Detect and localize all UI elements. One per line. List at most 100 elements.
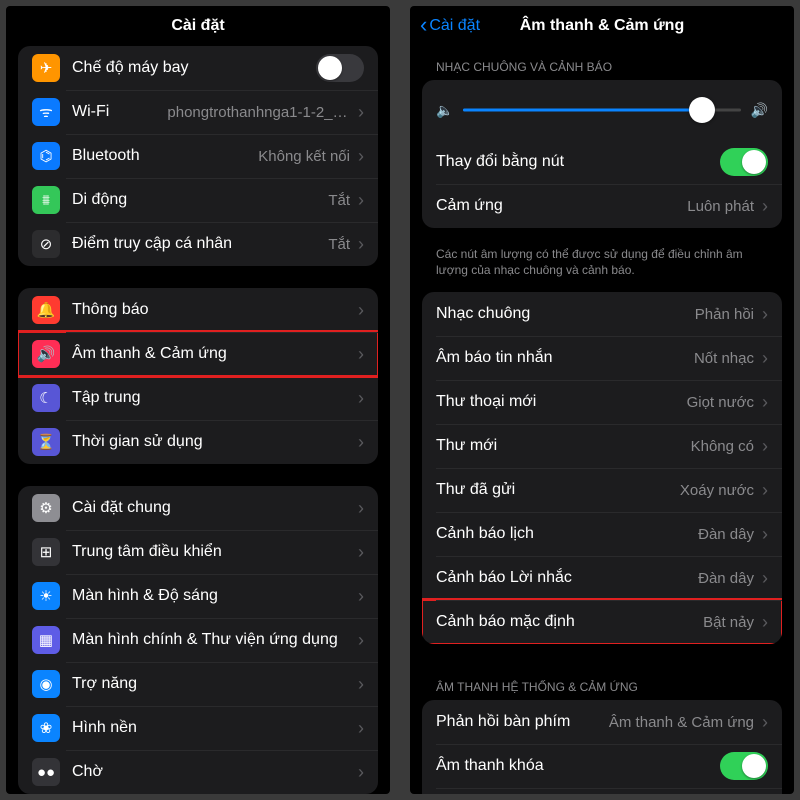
row-value: Nốt nhạc (694, 350, 754, 367)
settings-row[interactable]: ☾Tập trung› (18, 376, 378, 420)
row-value: Âm thanh & Cảm ứng (609, 714, 754, 731)
settings-row[interactable]: Thư mớiKhông có› (422, 424, 782, 468)
settings-row[interactable]: ⌬BluetoothKhông kết nối› (18, 134, 378, 178)
settings-row[interactable]: Cảnh báo mặc địnhBật nảy› (422, 600, 782, 644)
row-value: phongtrothanhnga1-1-2_5G (167, 104, 350, 121)
row-label: Wi-Fi (72, 103, 109, 121)
settings-row[interactable]: ☀Màn hình & Độ sáng› (18, 574, 378, 618)
row-label: Trung tâm điều khiển (72, 543, 222, 561)
row-label: Chờ (72, 763, 103, 781)
chevron-right-icon: › (358, 498, 364, 519)
settings-row[interactable]: Thay đổi bằng nút (422, 140, 782, 184)
chevron-right-icon: › (358, 542, 364, 563)
notifications-group: 🔔Thông báo› 🔊 Âm thanh & Cảm ứng › ☾ Tập trun… (18, 288, 378, 464)
settings-row[interactable]: ❀Hình nền› (18, 706, 378, 750)
chevron-right-icon: › (762, 712, 768, 733)
page-title: Âm thanh & Cảm ứng (520, 17, 684, 35)
glyph-icon: ⏳ (37, 435, 56, 450)
row-label: Thư thoại mới (436, 393, 536, 411)
volume-slider-row: 🔈 🔊 (422, 80, 782, 140)
settings-row[interactable]: ◉ Trợ năng › (18, 662, 378, 706)
glyph-icon: ☾ (39, 391, 52, 406)
speaker-low-icon: 🔈 (436, 102, 453, 119)
settings-row[interactable]: Phản hồi bàn phím Âm thanh & Cảm ứng › (422, 700, 782, 744)
chevron-right-icon: › (762, 480, 768, 501)
settings-row[interactable]: ᯤWi-Fiphongtrothanhnga1-1-2_5G› (18, 90, 378, 134)
chevron-right-icon: › (358, 674, 364, 695)
row-label: Màn hình & Độ sáng (72, 587, 218, 605)
page-title: Cài đặt (171, 17, 224, 35)
settings-row[interactable]: Cảnh báo Lời nhắcĐàn dây› (422, 556, 782, 600)
sounds-screen: ‹ Cài đặt Âm thanh & Cảm ứng NHẠC CHUÔNG… (410, 6, 794, 794)
settings-row[interactable]: Thư thoại mớiGiọt nước› (422, 380, 782, 424)
sounds-scroll[interactable]: NHẠC CHUÔNG VÀ CẢNH BÁO 🔈 🔊 Thay đổi bằn… (410, 46, 794, 794)
row-value: Đàn dây (698, 526, 754, 543)
row-value: Luôn phát (687, 198, 754, 215)
row-label: Tập trung (72, 389, 140, 407)
settings-row[interactable]: ⊞ Trung tâm điều khiển › (18, 530, 378, 574)
row-label: Thay đổi bằng nút (436, 153, 564, 171)
row-label: Trợ năng (72, 675, 137, 693)
section-header: NHẠC CHUÔNG VÀ CẢNH BÁO (422, 46, 782, 80)
settings-row[interactable]: Âm báo tin nhắnNốt nhạc› (422, 336, 782, 380)
chevron-right-icon: › (358, 630, 364, 651)
glyph-icon: ⊘ (40, 237, 53, 252)
settings-row[interactable]: Âm thanh khóa (422, 744, 782, 788)
settings-row[interactable]: ⚙Cài đặt chung› (18, 486, 378, 530)
row-label: Thư đã gửi (436, 481, 515, 499)
toggle-switch[interactable] (720, 148, 768, 176)
settings-row[interactable]: ⩩Di độngTắt› (18, 178, 378, 222)
settings-row[interactable]: Nhạc chuôngPhản hồi› (422, 292, 782, 336)
glyph-icon: 🔊 (37, 347, 56, 362)
slider-thumb[interactable] (689, 97, 715, 123)
glyph-icon: ▦ (39, 633, 53, 648)
chevron-right-icon: › (762, 436, 768, 457)
toggle-knob (318, 56, 342, 80)
settings-row[interactable]: Cảm ứng hệ thống (422, 788, 782, 794)
row-label: Màn hình chính & Thư viện ứng dụng (72, 631, 338, 649)
glyph-icon: ◉ (39, 677, 52, 692)
settings-row[interactable]: ●●Chờ› (18, 750, 378, 794)
row-label: Âm báo tin nhắn (436, 349, 553, 367)
settings-row[interactable]: Cảnh báo lịchĐàn dây› (422, 512, 782, 556)
settings-row[interactable]: 🔔Thông báo› (18, 288, 378, 332)
row-icon: ✈ (32, 54, 60, 82)
row-label: Cảnh báo Lời nhắc (436, 569, 572, 587)
row-label: Điểm truy cập cá nhân (72, 235, 232, 253)
toggle-knob (742, 150, 766, 174)
section-footer: Các nút âm lượng có thể được sử dụng để … (422, 238, 782, 292)
chevron-right-icon: › (358, 190, 364, 211)
chevron-right-icon: › (762, 392, 768, 413)
settings-row[interactable]: 🔊 Âm thanh & Cảm ứng › (18, 332, 378, 376)
row-icon: 🔔 (32, 296, 60, 324)
settings-row[interactable]: ⏳Thời gian sử dụng› (18, 420, 378, 464)
chevron-right-icon: › (358, 586, 364, 607)
settings-row[interactable]: Thư đã gửiXoáy nước› (422, 468, 782, 512)
row-label: Nhạc chuông (436, 305, 530, 323)
chevron-right-icon: › (762, 524, 768, 545)
toggle-switch[interactable] (316, 54, 364, 82)
toggle-switch[interactable] (720, 752, 768, 780)
row-label: Âm thanh khóa (436, 757, 544, 775)
settings-row[interactable]: Cảm ứngLuôn phát› (422, 184, 782, 228)
row-value: Không kết nối (258, 148, 350, 165)
glyph-icon: ❀ (40, 721, 53, 736)
settings-scroll[interactable]: ✈Chế độ máy bayᯤWi-Fiphongtrothanhnga1-1… (6, 46, 390, 794)
settings-row[interactable]: ✈Chế độ máy bay (18, 46, 378, 90)
sound-assignments-group: Nhạc chuôngPhản hồi› Âm báo tin nhắn Nốt n… (422, 292, 782, 644)
volume-slider[interactable] (463, 96, 740, 124)
row-icon: ⩩ (32, 186, 60, 214)
row-label: Cảm ứng (436, 197, 503, 215)
settings-row[interactable]: ▦ Màn hình chính & Thư viện ứng dụng › (18, 618, 378, 662)
general-group: ⚙Cài đặt chung›⊞Trung tâm điều khiển›☀Mà… (18, 486, 378, 794)
glyph-icon: ●● (37, 765, 55, 780)
row-label: Cảnh báo mặc định (436, 613, 575, 631)
connectivity-group: ✈Chế độ máy bayᯤWi-Fiphongtrothanhnga1-1… (18, 46, 378, 266)
row-label: Âm thanh & Cảm ứng (72, 345, 227, 363)
chevron-right-icon: › (358, 344, 364, 365)
settings-row[interactable]: ⊘Điểm truy cập cá nhânTắt› (18, 222, 378, 266)
row-label: Phản hồi bàn phím (436, 713, 570, 731)
back-label: Cài đặt (429, 17, 480, 35)
back-button[interactable]: ‹ Cài đặt (420, 15, 480, 37)
glyph-icon: ⊞ (40, 545, 53, 560)
